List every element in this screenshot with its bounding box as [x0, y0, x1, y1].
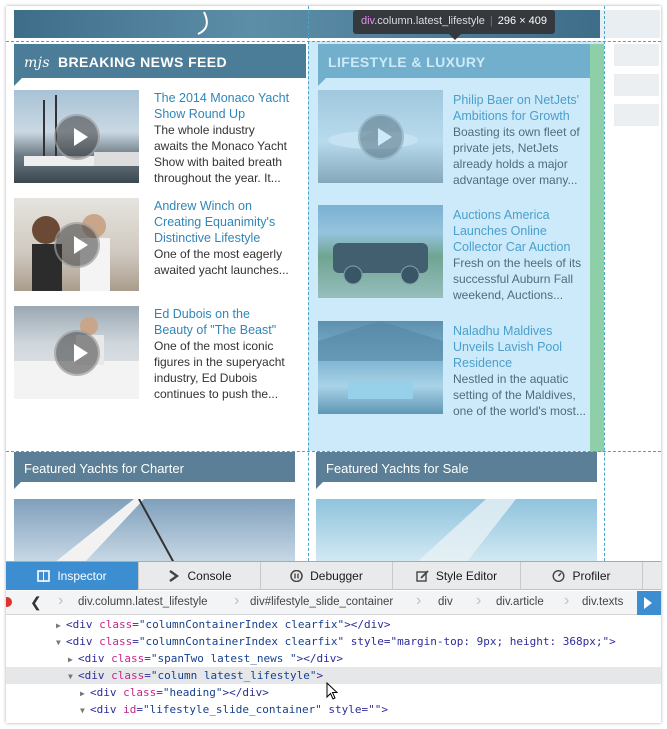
news-article: Andrew Winch on Creating Equanimity's Di…: [154, 198, 292, 278]
inspector-icon: [37, 570, 51, 582]
article-thumbnail-maldives: [318, 321, 443, 414]
mouse-cursor-icon: [326, 682, 338, 700]
breadcrumb-item[interactable]: div#lifestyle_slide_container: [250, 596, 393, 608]
devtools-tabbar: Inspector Console Debugger Style Editor …: [6, 562, 661, 590]
mjs-logo: mjs: [24, 55, 51, 71]
lifestyle-article-excerpt: Fresh on the heels of its successful Aub…: [453, 256, 582, 302]
play-icon[interactable]: [54, 330, 100, 376]
markup-line[interactable]: ▶ <div class="columnContainerIndex clearf…: [6, 616, 661, 633]
play-icon[interactable]: [54, 222, 100, 268]
lifestyle-article-title[interactable]: Auctions America Launches Online Collect…: [453, 207, 593, 255]
lifestyle-article: Philip Baer on NetJets' Ambitions for Gr…: [453, 92, 593, 188]
tab-inspector[interactable]: Inspector: [6, 562, 139, 590]
breadcrumb: ❮ › div.column.latest_lifestyle › div#li…: [6, 591, 661, 615]
collapse-toggle-icon[interactable]: ▼: [68, 668, 78, 685]
collapse-toggle-icon[interactable]: ▼: [56, 634, 66, 651]
console-icon: [169, 570, 180, 582]
tab-label: Inspector: [57, 569, 107, 583]
featured-charter-image[interactable]: [14, 499, 295, 563]
lifestyle-heading: LIFESTYLE & LUXURY: [318, 44, 598, 86]
markup-line[interactable]: ▼ <div class="columnContainerIndex clearf…: [6, 633, 661, 650]
lifestyle-heading-text: LIFESTYLE & LUXURY: [328, 54, 486, 70]
news-article-title[interactable]: Andrew Winch on Creating Equanimity's Di…: [154, 198, 292, 246]
profiler-icon: [552, 570, 565, 582]
banner-swoosh-graphic: [197, 11, 208, 35]
featured-charter-heading-text: Featured Yachts for Charter: [24, 461, 184, 476]
article-thumbnail-winch[interactable]: [14, 198, 139, 291]
lifestyle-article-title[interactable]: Naladhu Maldives Unveils Lavish Pool Res…: [453, 323, 593, 371]
featured-sale-heading-text: Featured Yachts for Sale: [326, 461, 469, 476]
breadcrumb-separator-icon: ›: [416, 592, 422, 609]
breadcrumb-separator-icon: ›: [234, 592, 240, 609]
article-thumbnail-monaco[interactable]: [14, 90, 139, 183]
breadcrumb-separator-icon: ›: [58, 592, 64, 609]
play-icon[interactable]: [358, 114, 404, 160]
collapse-toggle-icon[interactable]: ▼: [80, 702, 90, 719]
inspector-tooltip: div.column.latest_lifestyle | 296 × 409: [353, 10, 556, 40]
sidebar-placeholder: [614, 44, 659, 66]
news-article-title[interactable]: The 2014 Monaco Yacht Show Round Up: [154, 90, 292, 122]
news-article-excerpt: One of the most eagerly awaited yacht la…: [154, 247, 289, 277]
markup-line[interactable]: ▼ <div id="lifestyle_slide_container" sty…: [6, 701, 661, 718]
expand-toggle-icon[interactable]: ▶: [56, 617, 66, 634]
breaking-news-heading-text: BREAKING NEWS FEED: [58, 54, 228, 70]
featured-sale-heading: Featured Yachts for Sale: [316, 452, 597, 489]
guide-line: [6, 41, 661, 42]
expand-toggle-icon[interactable]: ▶: [68, 651, 78, 668]
lifestyle-article-excerpt: Nestled in the aquatic setting of the Ma…: [453, 372, 587, 418]
sidebar-placeholder: [614, 104, 659, 126]
tab-label: Style Editor: [435, 569, 498, 583]
expand-toggle-icon[interactable]: ▶: [80, 685, 90, 702]
banner-ad-thumbnail[interactable]: [600, 10, 660, 38]
sidebar-placeholder: [614, 74, 659, 96]
breadcrumb-scroll-right-icon[interactable]: [637, 591, 661, 615]
tab-label: Debugger: [310, 569, 363, 583]
breadcrumb-item[interactable]: div.article: [496, 596, 544, 608]
lifestyle-article: Auctions America Launches Online Collect…: [453, 207, 593, 303]
error-indicator-icon: [6, 597, 12, 607]
breaking-news-heading: mjs BREAKING NEWS FEED: [14, 44, 306, 86]
tab-label: Console: [187, 569, 232, 583]
featured-sale-image[interactable]: [316, 499, 597, 563]
featured-charter-heading: Featured Yachts for Charter: [14, 452, 295, 489]
guide-line: [6, 451, 661, 452]
tooltip-classes: .column.latest_lifestyle: [374, 15, 485, 27]
breadcrumb-item[interactable]: div: [438, 596, 453, 608]
tooltip-element: div: [361, 15, 375, 27]
lifestyle-article-title[interactable]: Philip Baer on NetJets' Ambitions for Gr…: [453, 92, 593, 124]
tab-style-editor[interactable]: Style Editor: [393, 562, 521, 590]
markup-view: ▶ <div class="columnContainerIndex clearf…: [6, 616, 661, 723]
breadcrumb-separator-icon: ›: [476, 592, 482, 609]
news-article-excerpt: One of the most iconic figures in the su…: [154, 339, 285, 401]
tab-debugger[interactable]: Debugger: [261, 562, 393, 590]
debugger-icon: [290, 570, 303, 582]
guide-line: [308, 6, 309, 566]
lifestyle-article-excerpt: Boasting its own fleet of private jets, …: [453, 125, 580, 187]
chevron-left-icon[interactable]: ❮: [30, 594, 42, 611]
tab-profiler[interactable]: Profiler: [521, 562, 643, 590]
tooltip-dimensions: 296 × 409: [497, 15, 548, 27]
breadcrumb-item[interactable]: div.texts: [582, 596, 623, 608]
guide-line: [604, 6, 605, 566]
article-thumbnail-dubois[interactable]: [14, 306, 139, 399]
article-thumbnail-netjets[interactable]: [318, 90, 443, 183]
markup-line[interactable]: ▶ <div class="spanTwo latest_news "></div…: [6, 650, 661, 667]
lifestyle-article: Naladhu Maldives Unveils Lavish Pool Res…: [453, 323, 593, 419]
news-article: The 2014 Monaco Yacht Show Round Up The …: [154, 90, 292, 186]
tab-label: Profiler: [572, 569, 611, 583]
news-article-excerpt: The whole industry awaits the Monaco Yac…: [154, 123, 287, 185]
devtools-panel: Inspector Console Debugger Style Editor …: [6, 561, 661, 723]
play-icon[interactable]: [54, 114, 100, 160]
article-thumbnail-classic-car: [318, 205, 443, 298]
tab-console[interactable]: Console: [139, 562, 261, 590]
breadcrumb-item[interactable]: div.column.latest_lifestyle: [78, 596, 208, 608]
breadcrumb-separator-icon: ›: [564, 592, 570, 609]
browser-frame: mjs BREAKING NEWS FEED LIFESTYLE & LUXURY…: [6, 6, 661, 723]
news-article: Ed Dubois on the Beauty of "The Beast" O…: [154, 306, 292, 402]
style-editor-icon: [416, 570, 429, 582]
news-article-title[interactable]: Ed Dubois on the Beauty of "The Beast": [154, 306, 292, 338]
